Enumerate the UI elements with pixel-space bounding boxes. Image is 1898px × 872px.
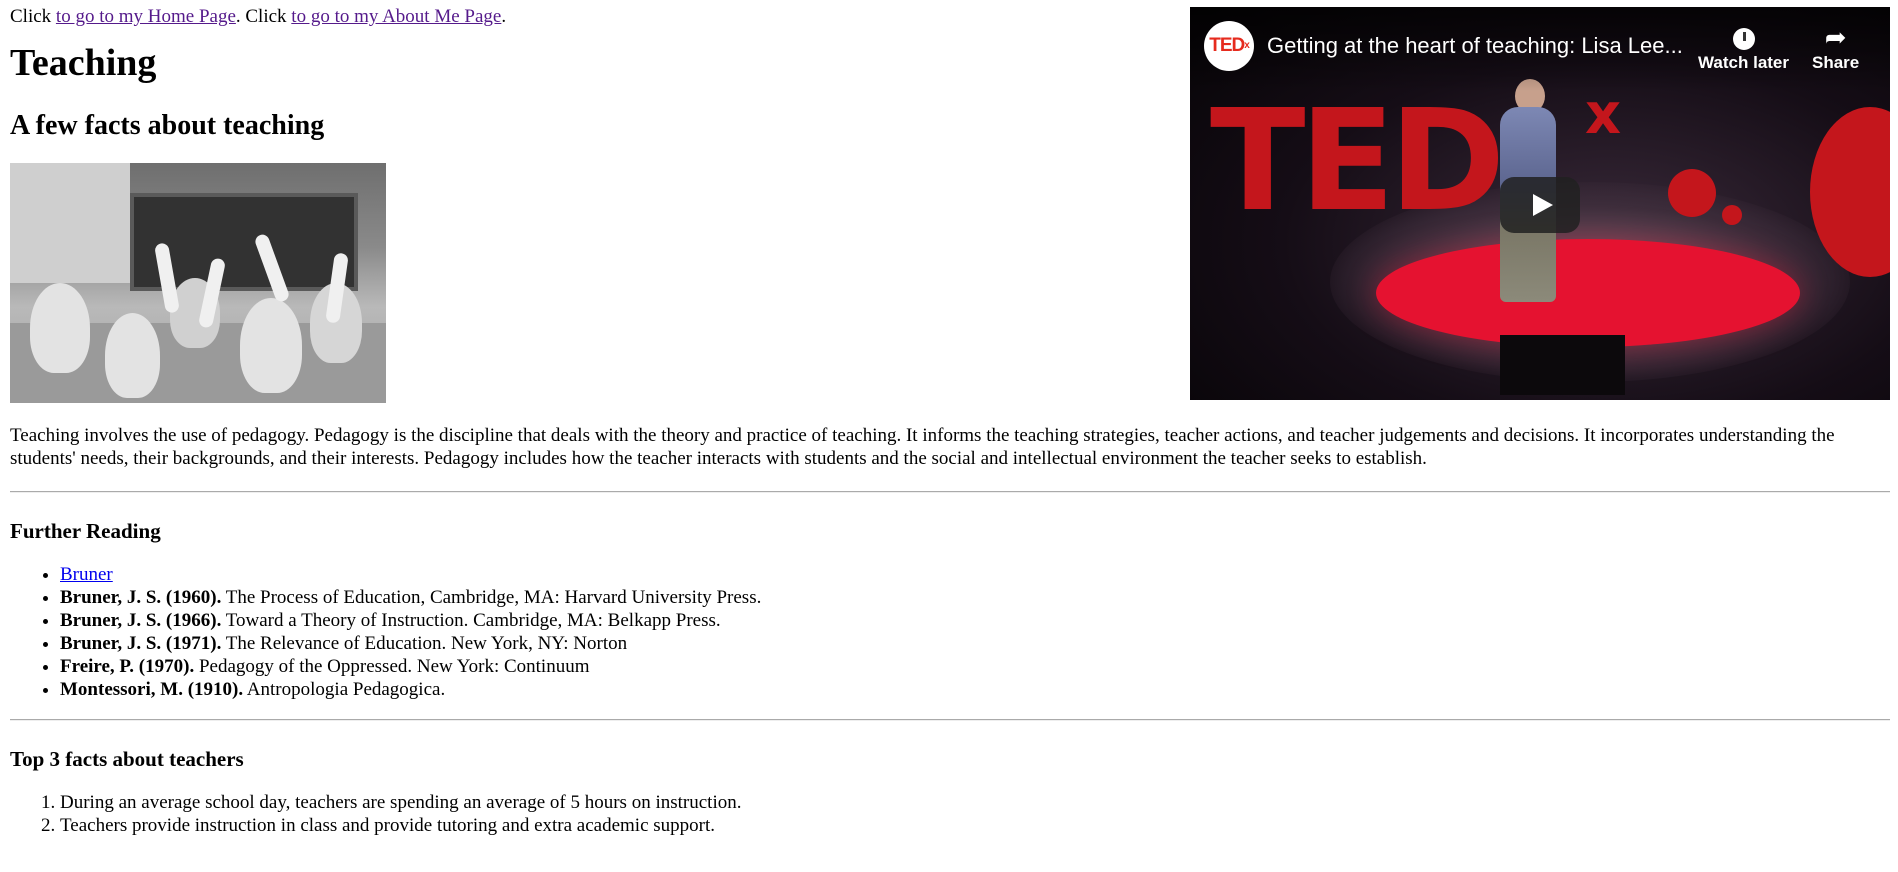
citation-text: The Relevance of Education. New York, NY… — [221, 633, 628, 655]
about-me-link[interactable]: to go to my About Me Page — [291, 6, 501, 27]
photo-wall — [10, 163, 130, 284]
classroom-photo — [10, 163, 386, 404]
list-item: Bruner, J. S. (1966). Toward a Theory of… — [60, 609, 1888, 632]
clock-icon — [1698, 21, 1789, 53]
watch-later-button[interactable]: Watch later — [1698, 21, 1789, 73]
photo-student — [30, 283, 90, 374]
citation-author: Freire, P. (1970). — [60, 656, 195, 678]
citation-text: Antropologia Pedagogica. — [243, 679, 446, 701]
facts-list: During an average school day, teachers a… — [10, 791, 1888, 837]
share-label: Share — [1812, 53, 1860, 72]
list-item: During an average school day, teachers a… — [60, 791, 1888, 814]
watch-later-label: Watch later — [1698, 53, 1790, 72]
list-item: Freire, P. (1970). Pedagogy of the Oppre… — [60, 655, 1888, 678]
list-item: Bruner, J. S. (1971). The Relevance of E… — [60, 632, 1888, 655]
page: Click to go to my Home Page. Click to go… — [0, 0, 1898, 837]
video-stage-ball — [1668, 169, 1716, 217]
channel-avatar[interactable]: TED x — [1204, 21, 1254, 71]
video-stage-ted-letters: TED — [1210, 80, 1505, 243]
channel-logo-x: x — [1244, 40, 1249, 51]
video-stage-ball — [1722, 205, 1742, 225]
youtube-embed[interactable]: TED x TED x Getting at the heart of teach… — [1190, 7, 1890, 400]
citation-author: Montessori, M. (1910). — [60, 679, 244, 701]
video-stage-monitor — [1500, 335, 1625, 395]
home-page-link[interactable]: to go to my Home Page — [56, 6, 236, 27]
list-item: Bruner, J. S. (1960). The Process of Edu… — [60, 586, 1888, 609]
citation-text: Pedagogy of the Oppressed. New York: Con… — [194, 656, 590, 678]
facts-heading: Top 3 facts about teachers — [10, 747, 244, 772]
list-item: Montessori, M. (1910). Antropologia Peda… — [60, 678, 1888, 701]
citation-text: Toward a Theory of Instruction. Cambridg… — [221, 610, 721, 632]
play-button[interactable] — [1500, 177, 1580, 233]
citation-author: Bruner, J. S. (1960). — [60, 587, 222, 609]
bruner-link[interactable]: Bruner — [60, 564, 113, 585]
teaching-paragraph: Teaching involves the use of pedagogy. P… — [10, 425, 1835, 470]
photo-student — [105, 313, 160, 399]
reading-list: Bruner Bruner, J. S. (1960). The Process… — [10, 563, 1888, 701]
citation-author: Bruner, J. S. (1966). — [60, 610, 222, 632]
photo-student — [240, 298, 302, 394]
divider — [10, 490, 1890, 493]
share-arrow-icon: ➦ — [1824, 22, 1847, 52]
citation-author: Bruner, J. S. (1971). — [60, 633, 222, 655]
nav-text-1: Click — [10, 6, 56, 27]
nav-text-3: . — [501, 6, 507, 27]
further-reading-heading: Further Reading — [10, 518, 161, 543]
video-red-carpet — [1376, 239, 1800, 347]
nav-text-2: . Click — [235, 6, 292, 27]
video-stage-ted-x: x — [1585, 82, 1622, 147]
list-item: Bruner — [60, 563, 1888, 586]
video-title[interactable]: Getting at the heart of teaching: Lisa L… — [1267, 33, 1687, 59]
channel-logo-text: TED — [1209, 34, 1245, 56]
list-item: Teachers provide instruction in class an… — [60, 814, 1888, 837]
citation-text: The Process of Education, Cambridge, MA:… — [221, 587, 762, 609]
share-button[interactable]: ➦ Share — [1812, 21, 1859, 73]
divider — [10, 719, 1890, 722]
